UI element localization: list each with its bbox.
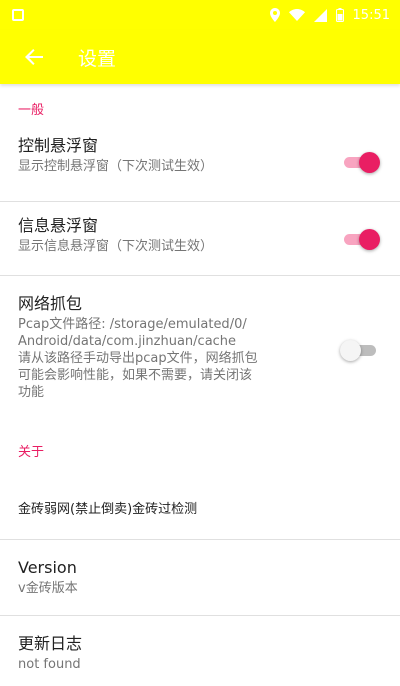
- setting-summary: 显示信息悬浮窗（下次测试生效）: [18, 239, 214, 254]
- setting-summary: v金砖版本: [18, 581, 78, 596]
- setting-floating-control[interactable]: 控制悬浮窗 显示控制悬浮窗（下次测试生效）: [0, 122, 400, 202]
- arrow-left-icon: [25, 49, 43, 65]
- packet-capture-switch[interactable]: [340, 340, 378, 361]
- category-about: 关于: [18, 444, 45, 460]
- clock: 15:51: [352, 7, 390, 23]
- setting-title: 更新日志: [18, 634, 83, 653]
- floating-info-switch[interactable]: [342, 228, 380, 250]
- category-general: 一般: [18, 103, 45, 118]
- location-icon: [269, 8, 280, 22]
- app-bar: 设置: [0, 30, 400, 84]
- setting-title: 信息悬浮窗: [18, 216, 99, 235]
- setting-version[interactable]: Version v金砖版本: [0, 540, 400, 616]
- setting-title: 控制悬浮窗: [18, 136, 99, 155]
- setting-summary: Pcap文件路径: /storage/emulated/0/ Android/d…: [18, 317, 258, 400]
- app-info-item[interactable]: 金砖弱网(禁止倒卖)金砖过检测: [0, 476, 400, 540]
- setting-title: Version: [18, 558, 77, 577]
- back-button[interactable]: [22, 45, 46, 69]
- app-notification-icon: [12, 9, 24, 21]
- setting-changelog[interactable]: 更新日志 not found: [0, 616, 400, 686]
- settings-list: 一般 控制悬浮窗 显示控制悬浮窗（下次测试生效） 信息悬浮窗 显示信息悬浮窗（下…: [0, 84, 400, 686]
- status-bar: 15:51: [0, 0, 400, 30]
- floating-control-switch[interactable]: [342, 151, 380, 173]
- setting-summary: 显示控制悬浮窗（下次测试生效）: [18, 159, 214, 174]
- setting-packet-capture[interactable]: 网络抓包 Pcap文件路径: /storage/emulated/0/ Andr…: [0, 276, 400, 424]
- battery-icon: [335, 8, 344, 22]
- signal-icon: [313, 8, 327, 22]
- page-title: 设置: [78, 47, 117, 70]
- setting-summary: not found: [18, 657, 81, 672]
- app-info-text: 金砖弱网(禁止倒卖)金砖过检测: [18, 502, 198, 517]
- setting-title: 网络抓包: [18, 294, 83, 313]
- wifi-icon: [288, 9, 305, 21]
- setting-floating-info[interactable]: 信息悬浮窗 显示信息悬浮窗（下次测试生效）: [0, 202, 400, 276]
